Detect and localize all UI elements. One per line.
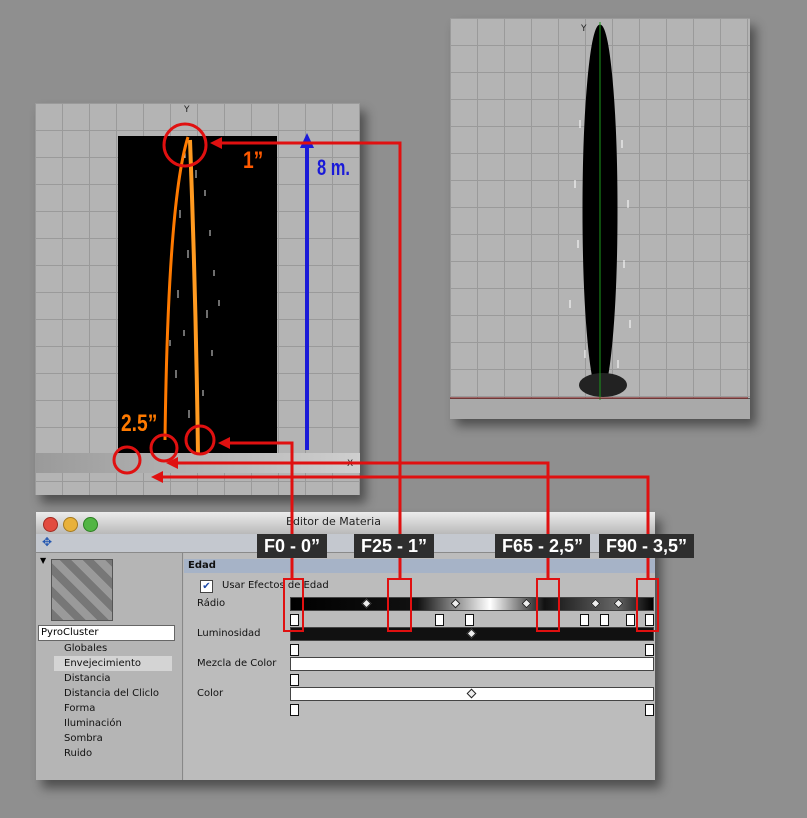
pin-icon[interactable]: ✥: [42, 535, 52, 549]
param-radio-label: Rádio: [197, 598, 226, 609]
close-button[interactable]: [43, 517, 58, 532]
nav-globales[interactable]: Globales: [36, 641, 182, 656]
height-label: 8 m.: [317, 155, 351, 180]
radio-knob[interactable]: [435, 614, 444, 626]
right-viewport[interactable]: Y: [450, 18, 750, 419]
render-area: [118, 136, 277, 454]
frame-label-f0: F0 - 0”: [257, 534, 328, 558]
nav-distancia-ciclo[interactable]: Distancia del Cliclo: [36, 686, 182, 701]
left-viewport[interactable]: Y X: [35, 103, 360, 495]
mezcla-knob[interactable]: [290, 674, 299, 686]
zoom-button[interactable]: [83, 517, 98, 532]
viewport-ground-bar: [35, 453, 360, 473]
time-label-bottom: 2.5”: [121, 410, 158, 437]
radio-knob[interactable]: [626, 614, 635, 626]
nav-forma[interactable]: Forma: [36, 701, 182, 716]
minimize-button[interactable]: [63, 517, 78, 532]
frame-label-f65: F65 - 2,5”: [495, 534, 591, 558]
axis-y-label: Y: [581, 24, 587, 34]
collapse-arrow-icon[interactable]: ▼: [40, 556, 46, 565]
radio-knob[interactable]: [645, 614, 654, 626]
nav-list: Globales Envejecimiento Distancia Distan…: [36, 641, 182, 761]
luminosidad-knob[interactable]: [290, 644, 299, 656]
section-title: Edad: [188, 560, 216, 571]
frame-label-f25: F25 - 1”: [354, 534, 435, 558]
radio-knob[interactable]: [290, 614, 299, 626]
radio-knob[interactable]: [465, 614, 474, 626]
time-label-top: 1”: [243, 147, 264, 174]
window-title: Editor de Materia: [286, 515, 381, 528]
nav-iluminacion[interactable]: Iluminación: [36, 716, 182, 731]
use-age-label: Usar Efectos de Edad: [222, 580, 329, 591]
axis-y-label: Y: [184, 105, 190, 115]
color-knob[interactable]: [645, 704, 654, 716]
mezcla-gradient[interactable]: [290, 657, 654, 671]
material-preview[interactable]: [51, 559, 113, 621]
color-knob[interactable]: [290, 704, 299, 716]
luminosidad-knob[interactable]: [645, 644, 654, 656]
nav-distancia[interactable]: Distancia: [36, 671, 182, 686]
axis-x-label: X: [347, 459, 354, 469]
radio-knob[interactable]: [580, 614, 589, 626]
frame-label-f90: F90 - 3,5”: [599, 534, 695, 558]
ground-strip: [450, 398, 750, 419]
nav-ruido[interactable]: Ruido: [36, 746, 182, 761]
nav-envejecimiento[interactable]: Envejecimiento: [54, 656, 172, 671]
param-color-label: Color: [197, 688, 224, 699]
section-header: Edad: [184, 559, 655, 573]
nav-sombra[interactable]: Sombra: [36, 731, 182, 746]
param-mezcla-label: Mezcla de Color: [197, 658, 277, 669]
params-panel: Edad ✔ Usar Efectos de Edad Rádio Lumino…: [184, 553, 655, 780]
material-name-field[interactable]: PyroCluster: [38, 625, 175, 641]
use-age-checkbox[interactable]: ✔: [200, 580, 213, 593]
sidebar: ▼ PyroCluster Globales Envejecimiento Di…: [36, 553, 183, 780]
radio-knob[interactable]: [600, 614, 609, 626]
param-luminosidad-label: Luminosidad: [197, 628, 261, 639]
